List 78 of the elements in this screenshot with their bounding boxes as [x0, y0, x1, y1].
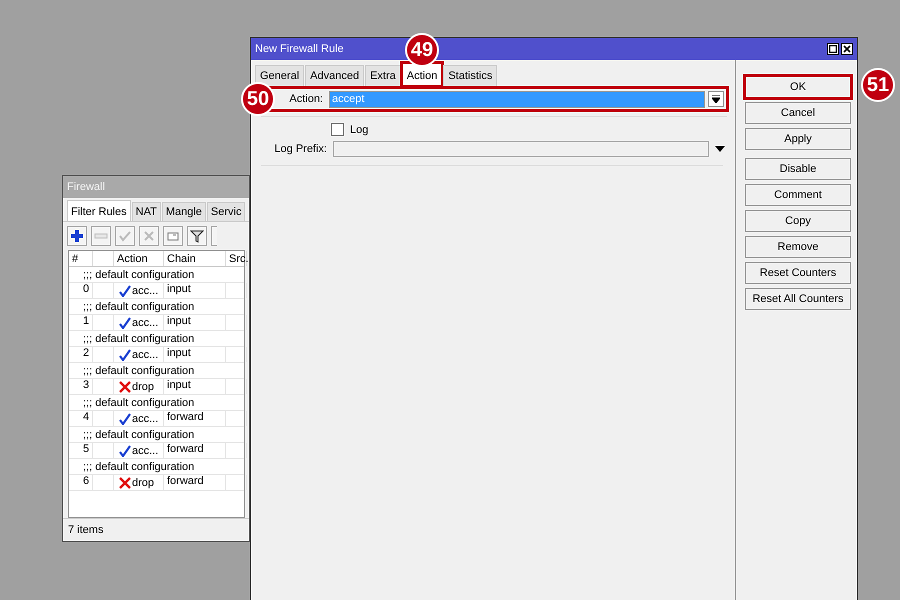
- dialog-button[interactable]: OK: [745, 76, 851, 98]
- tab[interactable]: Statistics: [443, 65, 498, 86]
- dialog-button[interactable]: Comment: [745, 184, 851, 206]
- dialog-button[interactable]: Reset All Counters: [745, 288, 851, 310]
- log-prefix-field[interactable]: [333, 141, 709, 157]
- table-cell: input: [167, 283, 191, 295]
- table-cell: acc...: [132, 348, 158, 360]
- column-header[interactable]: #: [72, 252, 78, 264]
- callout-number: 50: [241, 82, 275, 116]
- tab[interactable]: General: [255, 65, 304, 86]
- tab[interactable]: Advanced: [305, 65, 364, 86]
- tab[interactable]: Extra: [365, 65, 401, 86]
- rule-comment: ;;; default configuration: [83, 460, 194, 472]
- maximize-icon: [829, 45, 837, 53]
- column-header[interactable]: Action: [117, 252, 148, 264]
- filter-icon: [190, 229, 204, 243]
- check-icon: [119, 348, 131, 360]
- table-cell: forward: [167, 475, 204, 487]
- dialog-button[interactable]: Disable: [745, 158, 851, 180]
- table-cell: 5: [83, 443, 90, 455]
- close-button[interactable]: [841, 43, 853, 55]
- check-icon: [119, 316, 131, 328]
- cross-icon: [142, 229, 156, 243]
- table-cell: 4: [83, 411, 90, 423]
- field-label: Action:: [288, 93, 324, 105]
- table-cell: acc...: [132, 444, 158, 456]
- table-cell: acc...: [132, 316, 158, 328]
- maximize-button[interactable]: [827, 43, 839, 55]
- checkbox-label: Log: [350, 124, 368, 136]
- table-cell: forward: [167, 411, 204, 423]
- table-cell: drop: [132, 476, 154, 488]
- tab[interactable]: Filter Rules: [67, 200, 131, 221]
- dialog-button[interactable]: Remove: [745, 236, 851, 258]
- check-icon: [119, 412, 131, 424]
- tab[interactable]: Servic: [206, 202, 246, 221]
- table-cell: 2: [83, 347, 90, 359]
- tab[interactable]: Mangle: [162, 202, 206, 221]
- callout-number: 51: [861, 68, 895, 102]
- window-title: New Firewall Rule: [255, 43, 344, 55]
- dialog-button[interactable]: Reset Counters: [745, 262, 851, 284]
- dialog-button[interactable]: Cancel: [745, 102, 851, 124]
- dialog-button[interactable]: Apply: [745, 128, 851, 150]
- rule-comment: ;;; default configuration: [83, 268, 194, 280]
- dialog-button[interactable]: Copy: [745, 210, 851, 232]
- table-cell: drop: [132, 380, 154, 392]
- table-cell: 3: [83, 379, 90, 391]
- rule-comment: ;;; default configuration: [83, 428, 194, 440]
- check-icon: [118, 229, 132, 243]
- table-cell: 0: [83, 283, 90, 295]
- cross-icon: [119, 380, 131, 392]
- column-header[interactable]: Src.: [229, 252, 249, 264]
- table-cell: input: [167, 315, 191, 327]
- table-cell: 1: [83, 315, 90, 327]
- table-cell: acc...: [132, 284, 158, 296]
- cross-icon: [119, 476, 131, 488]
- table-cell: input: [167, 347, 191, 359]
- tab[interactable]: Action: [402, 63, 442, 86]
- table-cell: 6: [83, 475, 90, 487]
- rule-comment: ;;; default configuration: [83, 364, 194, 376]
- dropdown-button[interactable]: [708, 91, 724, 107]
- field-label: Log Prefix:: [273, 143, 328, 155]
- rule-comment: ;;; default configuration: [83, 300, 194, 312]
- window-title: Firewall: [67, 181, 105, 193]
- check-icon: [119, 284, 131, 296]
- table-cell: forward: [167, 443, 204, 455]
- table-cell: acc...: [132, 412, 158, 424]
- log-checkbox[interactable]: [331, 123, 344, 136]
- tab[interactable]: NAT: [132, 202, 161, 221]
- table-cell: input: [167, 379, 191, 391]
- dropdown-icon: [712, 95, 720, 103]
- rule-comment: ;;; default configuration: [83, 396, 194, 408]
- dropdown-icon[interactable]: [715, 146, 725, 152]
- check-icon: [119, 444, 131, 456]
- status-text: 7 items: [68, 524, 104, 536]
- rule-comment: ;;; default configuration: [83, 332, 194, 344]
- column-header[interactable]: Chain: [167, 252, 196, 264]
- plus-icon: [70, 229, 84, 243]
- close-icon: [843, 45, 851, 53]
